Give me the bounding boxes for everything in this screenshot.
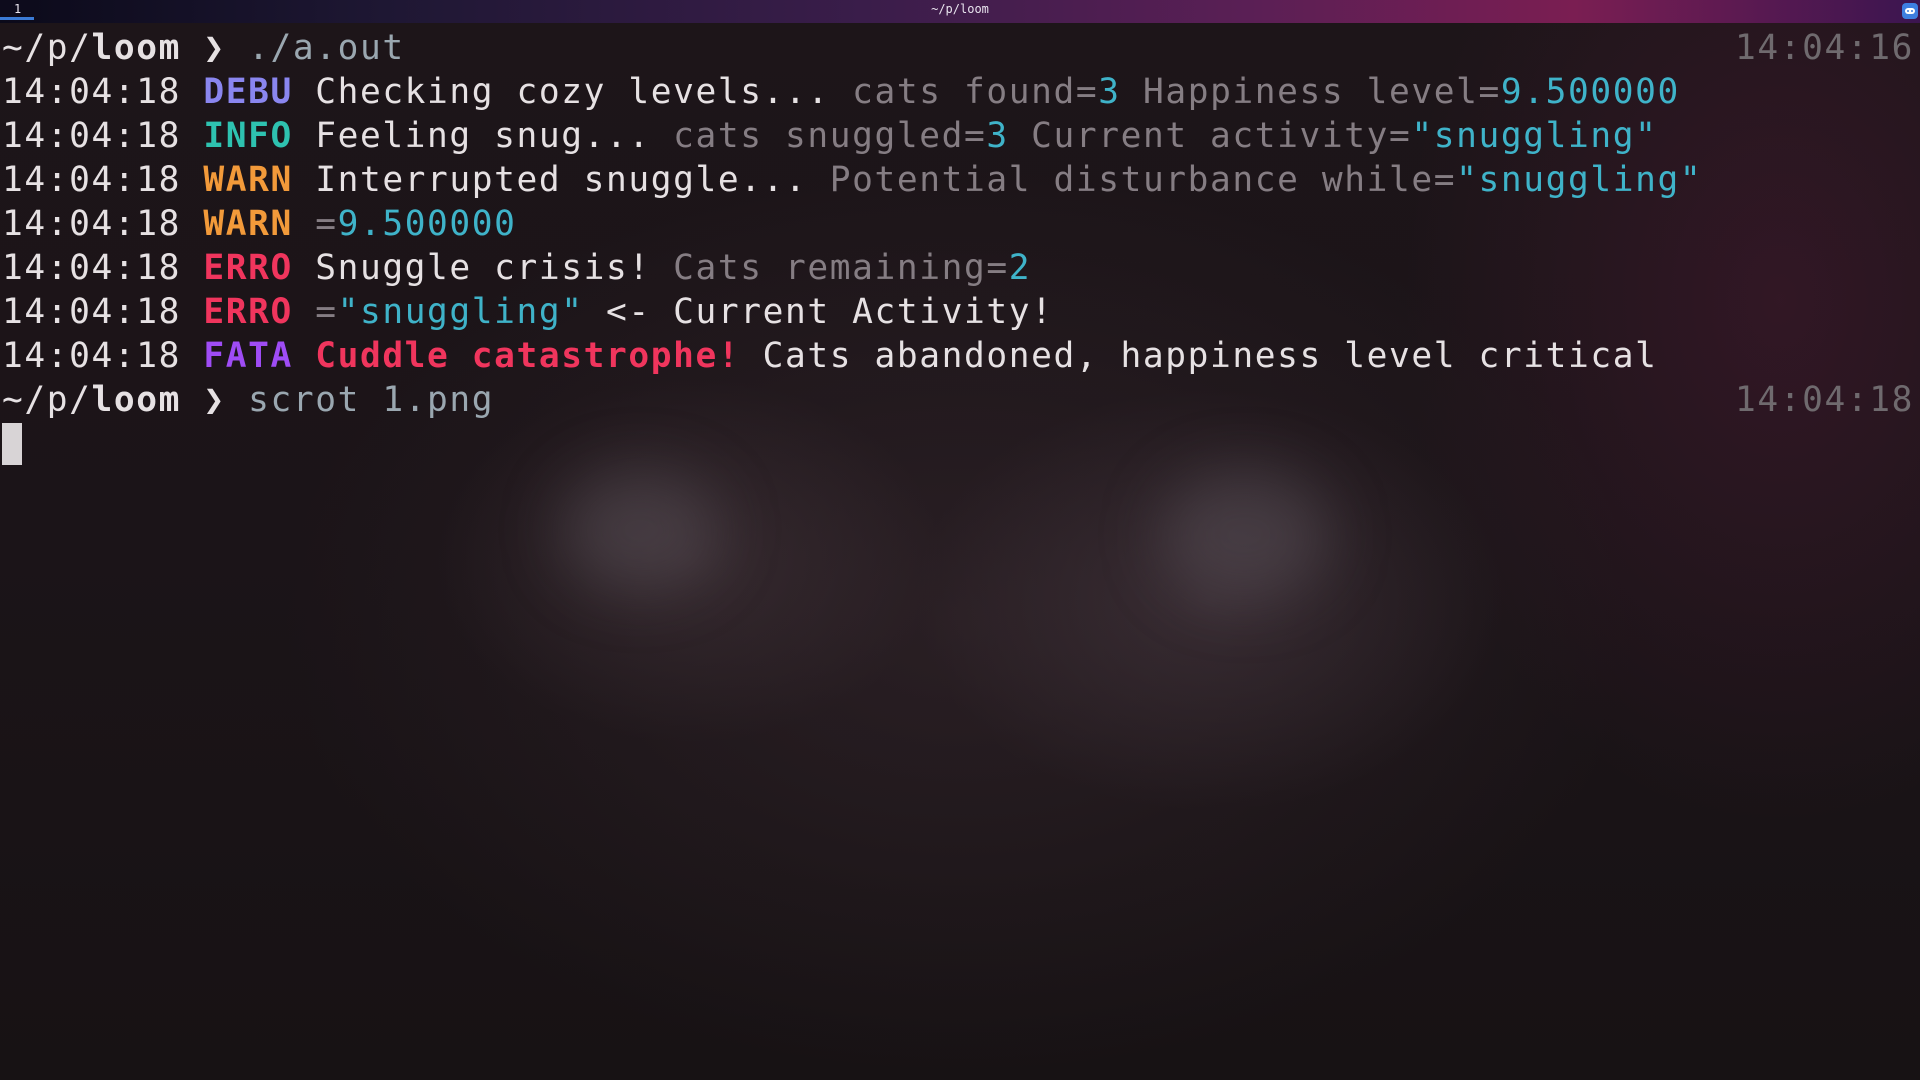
log-message: Snuggle crisis!	[315, 248, 651, 288]
log-time: 14:04:18	[2, 116, 181, 156]
log-line: 14:04:18 ERRO ="snuggling" <- Current Ac…	[2, 290, 1053, 334]
log-time: 14:04:18	[2, 248, 181, 288]
log-time: 14:04:18	[2, 336, 181, 376]
log-value: 3	[1098, 72, 1121, 112]
prompt-line: ~/p/loom ❯ scrot 1.png	[2, 378, 494, 422]
log-level-warn: WARN	[203, 160, 293, 200]
log-line: 14:04:18 INFO Feeling snug... cats snugg…	[2, 114, 1658, 158]
log-message: Interrupted snuggle...	[315, 160, 808, 200]
log-key: Cats remaining=	[673, 248, 1009, 288]
log-value: 3	[986, 116, 1009, 156]
prompt-path: ~/p/	[2, 380, 92, 420]
log-key: Happiness level=	[1142, 72, 1501, 112]
log-level-erro: ERRO	[203, 248, 293, 288]
log-time: 14:04:18	[2, 72, 181, 112]
prompt-dir: loom	[91, 380, 181, 420]
system-tray	[1896, 0, 1920, 22]
top-status-bar: 1 ~/p/loom	[0, 0, 1920, 23]
log-value: "snuggling"	[1411, 116, 1658, 156]
log-time: 14:04:18	[2, 204, 181, 244]
log-level-warn: WARN	[203, 204, 293, 244]
log-message: Feeling snug...	[315, 116, 651, 156]
prompt-timestamp: 14:04:16	[1735, 28, 1914, 68]
log-time: 14:04:18	[2, 160, 181, 200]
discord-icon[interactable]	[1902, 3, 1918, 19]
log-message-rest: Cats abandoned, happiness level critical	[762, 336, 1658, 376]
log-level-fata: FATA	[203, 336, 293, 376]
log-value: 9.500000	[337, 204, 517, 244]
log-line: 14:04:18 WARN Interrupted snuggle... Pot…	[2, 158, 1702, 202]
log-key: cats found=	[852, 72, 1099, 112]
log-key: Potential disturbance while=	[829, 160, 1457, 200]
terminal-window[interactable]: ~/p/loom ❯ ./a.out 14:04:16 14:04:18 DEB…	[0, 23, 1920, 1080]
prompt-command: ./a.out	[248, 28, 405, 68]
log-line: 14:04:18 DEBU Checking cozy levels... ca…	[2, 70, 1680, 114]
prompt-line: ~/p/loom ❯ ./a.out	[2, 26, 405, 70]
prompt-arrow: ❯	[203, 380, 226, 420]
log-value: "snuggling"	[337, 292, 584, 332]
prompt-arrow: ❯	[203, 28, 226, 68]
log-level-erro: ERRO	[203, 292, 293, 332]
log-message: <- Current Activity!	[606, 292, 1054, 332]
prompt-timestamp: 14:04:18	[1735, 380, 1914, 420]
log-value: 9.500000	[1500, 72, 1680, 112]
log-time: 14:04:18	[2, 292, 181, 332]
log-line: 14:04:18 WARN =9.500000	[2, 202, 517, 246]
log-key: Current activity=	[1031, 116, 1412, 156]
log-level-info: INFO	[203, 116, 293, 156]
log-message: Checking cozy levels...	[315, 72, 830, 112]
prompt-path: ~/p/	[2, 28, 92, 68]
prompt-command: scrot 1.png	[248, 380, 495, 420]
terminal-cursor	[2, 423, 22, 465]
log-value: 2	[1008, 248, 1032, 288]
log-line: 14:04:18 FATA Cuddle catastrophe! Cats a…	[2, 334, 1657, 378]
log-value: "snuggling"	[1456, 160, 1703, 200]
desktop: 1 ~/p/loom ~/p/loom ❯ ./a.out 14:04:16 1…	[0, 0, 1920, 1080]
log-line: 14:04:18 ERRO Snuggle crisis! Cats remai…	[2, 246, 1031, 290]
log-key: =	[315, 292, 338, 332]
log-key: cats snuggled=	[673, 116, 987, 156]
log-key: =	[315, 204, 338, 244]
log-message: Cuddle catastrophe!	[315, 336, 741, 376]
prompt-dir: loom	[91, 28, 181, 68]
log-level-debu: DEBU	[203, 72, 293, 112]
window-title: ~/p/loom	[931, 2, 989, 16]
